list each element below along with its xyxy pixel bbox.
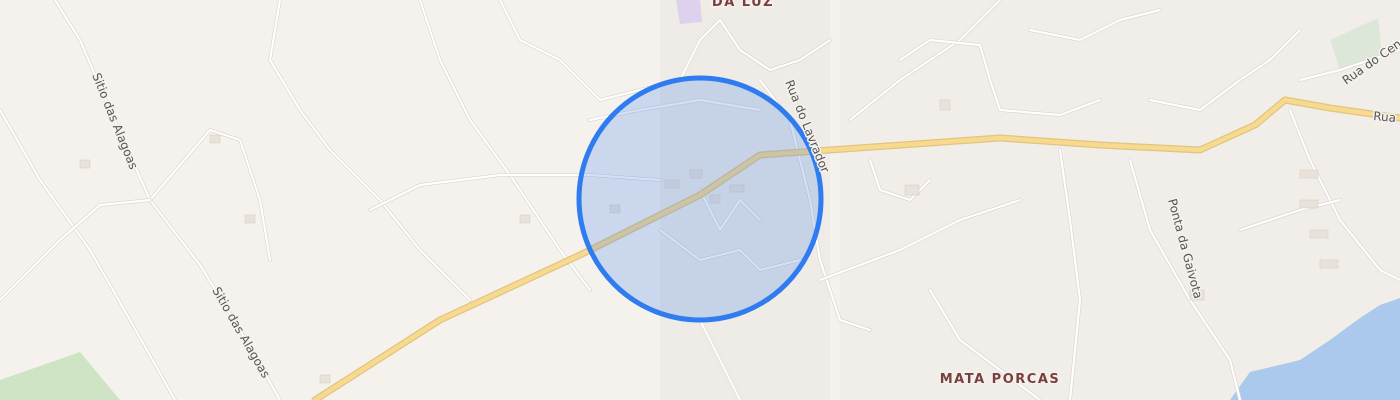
place-label-mata-porcas: MATA PORCAS <box>940 372 1061 387</box>
map-canvas[interactable]: DA LUZ MATA PORCAS Sitio das Alagoas Sit… <box>0 0 1400 400</box>
map-svg: DA LUZ MATA PORCAS Sitio das Alagoas Sit… <box>0 0 1400 400</box>
street-label-rua-east: Rua <box>1373 109 1397 125</box>
poi-area <box>676 0 702 24</box>
search-radius-circle[interactable] <box>576 75 824 323</box>
place-label-da-luz: DA LUZ <box>712 0 774 10</box>
